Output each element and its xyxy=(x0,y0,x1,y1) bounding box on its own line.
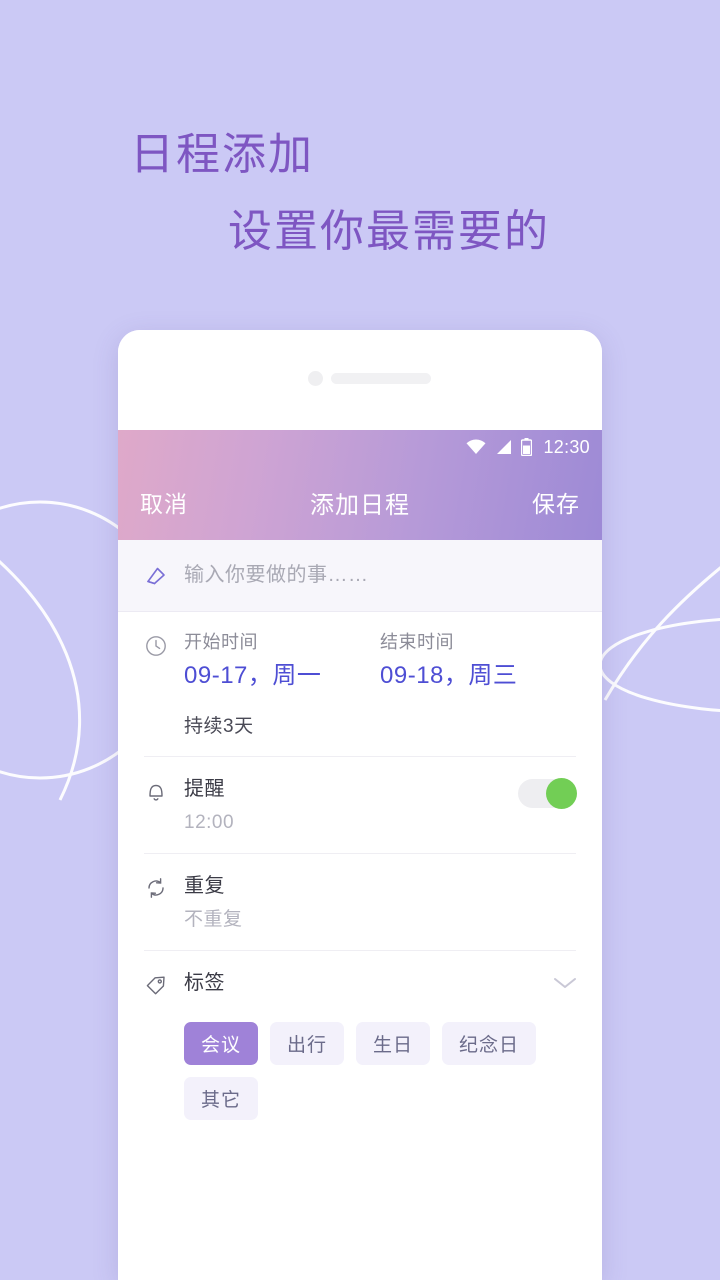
tag-chip[interactable]: 生日 xyxy=(356,1021,431,1065)
tag-chip[interactable]: 其它 xyxy=(184,1076,259,1120)
reminder-row[interactable]: 提醒 12:00 xyxy=(118,757,602,855)
chevron-down-icon[interactable] xyxy=(552,975,578,996)
event-title-row[interactable] xyxy=(118,540,602,612)
end-time-label: 结束时间 xyxy=(380,632,454,652)
status-bar-clock: 12:30 xyxy=(543,436,590,457)
tag-chip-list: 会议 出行 生日 纪念日 其它 xyxy=(184,1021,576,1120)
deco-curve-left xyxy=(0,560,82,801)
end-time-value[interactable]: 09-18，周三 xyxy=(380,662,576,690)
duration-text: 持续3天 xyxy=(184,716,254,738)
earpiece-speaker xyxy=(331,373,431,384)
tag-chip[interactable]: 会议 xyxy=(184,1021,259,1065)
start-time-label: 开始时间 xyxy=(184,632,258,652)
repeat-value[interactable]: 不重复 xyxy=(184,909,576,932)
tag-chip[interactable]: 出行 xyxy=(270,1021,345,1065)
tag-title: 标签 xyxy=(184,971,225,994)
end-time-column[interactable]: 结束时间 09-18，周三 xyxy=(380,632,576,689)
page-title: 添加日程 xyxy=(310,491,410,519)
signal-icon xyxy=(497,440,512,454)
time-row: 开始时间 09-17，周一 结束时间 09-18，周三 持续3天 xyxy=(118,612,602,758)
phone-mockup: 12:30 取消 保存 添加日程 输入你要做的事…… 开始时间 09-17，周一… xyxy=(118,330,602,1280)
phone-bezel-top xyxy=(118,330,602,430)
tag-chip[interactable]: 纪念日 xyxy=(442,1021,537,1065)
front-camera-icon xyxy=(308,371,323,386)
start-time-value[interactable]: 09-17，周一 xyxy=(184,662,380,690)
promo-line-2: 设置你最需要的 xyxy=(228,207,550,256)
bell-icon xyxy=(144,777,170,808)
repeat-icon xyxy=(144,874,170,905)
app-bar: 12:30 取消 保存 添加日程 xyxy=(118,430,602,540)
tag-icon xyxy=(144,971,170,1002)
deco-curve-right xyxy=(603,566,720,701)
pencil-icon xyxy=(144,564,170,588)
battery-icon xyxy=(521,438,533,456)
start-time-column[interactable]: 开始时间 09-17，周一 xyxy=(184,632,380,689)
reminder-value[interactable]: 12:00 xyxy=(184,812,576,835)
wifi-icon xyxy=(466,439,486,454)
promo-line-1: 日程添加 xyxy=(130,130,314,179)
repeat-title: 重复 xyxy=(184,875,225,898)
form-content: 开始时间 09-17，周一 结束时间 09-18，周三 持续3天 xyxy=(118,540,602,1138)
reminder-toggle[interactable] xyxy=(518,778,577,810)
event-title-input[interactable] xyxy=(184,564,576,587)
tag-row: 标签 会议 出行 生日 纪念日 其它 xyxy=(118,951,602,1138)
time-columns: 开始时间 09-17，周一 结束时间 09-18，周三 xyxy=(184,632,576,689)
repeat-row[interactable]: 重复 不重复 xyxy=(118,854,602,951)
clock-icon xyxy=(144,632,170,663)
deco-ellipse-right xyxy=(598,618,720,712)
status-bar: 12:30 xyxy=(118,430,602,464)
cancel-button[interactable]: 取消 xyxy=(140,485,188,519)
save-button[interactable]: 保存 xyxy=(532,485,580,519)
reminder-title: 提醒 xyxy=(184,778,225,801)
title-bar: 取消 保存 添加日程 xyxy=(118,464,602,540)
